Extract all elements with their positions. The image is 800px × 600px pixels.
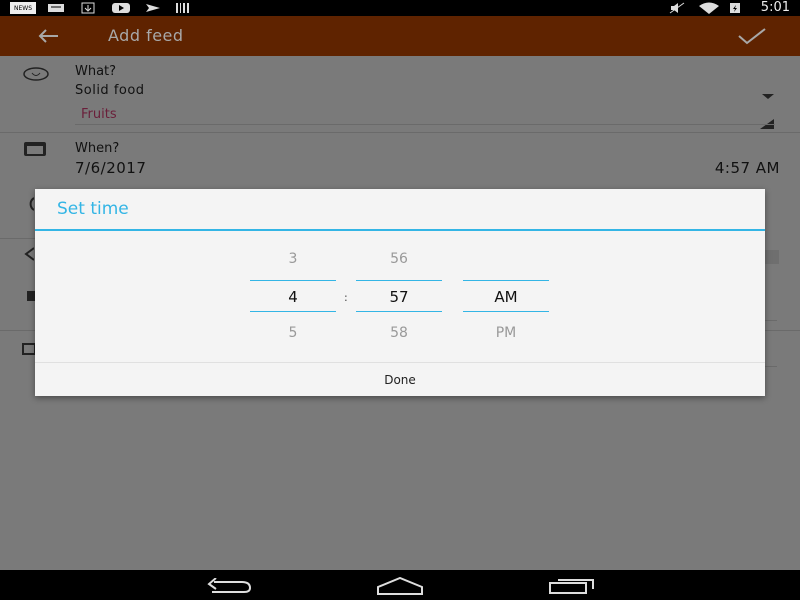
time-separator: : <box>344 291 348 304</box>
back-arrow-icon[interactable] <box>36 27 60 45</box>
ampm-bottom-line <box>463 311 549 312</box>
minute-bottom-line <box>356 311 442 312</box>
mute-icon <box>668 2 686 14</box>
check-icon[interactable] <box>736 26 768 46</box>
divider <box>0 238 35 239</box>
status-time: 5:01 <box>760 0 790 15</box>
amount-icon <box>22 246 35 262</box>
what-label: What? <box>75 64 117 79</box>
home-nav-icon[interactable] <box>376 576 424 595</box>
status-bar: NEWS 5:01 <box>0 0 800 16</box>
divider <box>75 124 775 125</box>
divider <box>765 320 777 321</box>
amount-field-edge <box>765 250 779 264</box>
food-icon <box>22 66 50 82</box>
minute-next[interactable]: 58 <box>356 325 442 341</box>
calendar-icon <box>22 140 48 158</box>
date-field[interactable]: 7/6/2017 <box>75 159 146 177</box>
page-title: Add feed <box>108 26 184 45</box>
news-icon: NEWS <box>10 2 36 14</box>
divider <box>765 330 800 331</box>
dropdown-corner-icon[interactable] <box>760 114 774 129</box>
back-nav-icon[interactable] <box>206 577 252 594</box>
navigation-bar <box>0 570 800 600</box>
hour-picker[interactable]: 4 <box>250 288 336 306</box>
minute-picker[interactable]: 57 <box>356 288 442 306</box>
download-icon <box>80 2 96 14</box>
dropdown-arrow-icon[interactable] <box>762 86 774 99</box>
hour-next[interactable]: 5 <box>250 325 336 341</box>
done-button[interactable]: Done <box>35 367 765 396</box>
comment-icon <box>22 342 36 356</box>
food-subtype-select[interactable]: Fruits <box>81 107 117 122</box>
ampm-picker[interactable]: AM <box>463 288 549 306</box>
youtube-icon <box>110 2 132 14</box>
send-icon <box>144 2 162 14</box>
divider <box>0 330 35 331</box>
minute-top-line <box>356 280 442 281</box>
ampm-next[interactable]: PM <box>463 325 549 341</box>
wifi-icon <box>698 2 720 14</box>
hour-prev[interactable]: 3 <box>250 251 336 267</box>
dialog-title: Set time <box>57 199 129 219</box>
recents-nav-icon[interactable] <box>548 577 596 595</box>
hour-top-line <box>250 280 336 281</box>
ampm-top-line <box>463 280 549 281</box>
barcode-icon <box>174 2 192 14</box>
done-divider <box>35 362 765 363</box>
section-divider <box>0 132 800 133</box>
clock-icon <box>22 196 35 212</box>
dialog-title-divider <box>35 229 765 231</box>
food-type-select[interactable]: Solid food <box>75 83 145 98</box>
hour-bottom-line <box>250 311 336 312</box>
mail-icon <box>46 2 66 14</box>
when-label: When? <box>75 141 120 156</box>
time-field[interactable]: 4:57 AM <box>715 159 780 177</box>
minute-prev[interactable]: 56 <box>356 251 442 267</box>
battery-icon <box>728 2 742 14</box>
set-time-dialog: Set time 3 4 5 : 56 57 58 AM PM Done <box>35 189 765 396</box>
divider <box>765 366 777 367</box>
